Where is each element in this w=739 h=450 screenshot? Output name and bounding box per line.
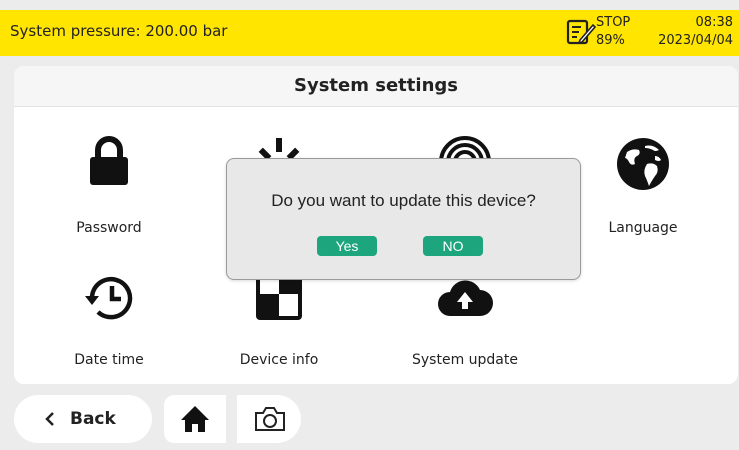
tile-label: Device info — [239, 352, 319, 368]
history-clock-icon — [85, 276, 133, 320]
status-bar: System pressure: 200.00 bar STOP 89% 08:… — [0, 10, 739, 56]
run-state: STOP — [596, 15, 631, 30]
tile-system-update[interactable]: System update — [390, 272, 540, 372]
yes-button[interactable]: Yes — [317, 236, 377, 256]
tile-device-info[interactable]: Device info — [204, 272, 354, 372]
system-pressure: System pressure: 200.00 bar — [10, 22, 228, 40]
dialog-message: Do you want to update this device? — [271, 191, 536, 210]
tile-date-time[interactable]: Date time — [34, 272, 184, 372]
tile-label: Password — [76, 220, 142, 236]
page-title: System settings — [294, 75, 458, 96]
no-button[interactable]: NO — [423, 236, 483, 256]
run-status: STOP 89% — [596, 14, 630, 50]
clock: 08:38 2023/04/04 — [658, 14, 733, 50]
tile-label: Date time — [74, 352, 144, 368]
back-label: Back — [70, 409, 116, 429]
time-display: 08:38 — [695, 15, 733, 30]
update-dialog: Do you want to update this device? Yes N… — [226, 158, 581, 280]
tile-password[interactable]: Password — [34, 134, 184, 244]
globe-icon — [617, 138, 669, 190]
tile-language[interactable]: Language — [568, 134, 718, 244]
lock-icon — [90, 136, 128, 185]
tile-label: Language — [608, 220, 678, 236]
back-button[interactable]: Back — [14, 395, 152, 443]
chevron-left-icon — [45, 412, 54, 426]
date-display: 2023/04/04 — [658, 33, 733, 48]
home-icon — [181, 406, 209, 432]
tile-label: System update — [412, 352, 518, 368]
home-button[interactable] — [164, 395, 226, 443]
notepad-edit-icon — [566, 19, 596, 45]
battery-level: 89% — [596, 33, 625, 48]
camera-icon — [255, 407, 285, 431]
camera-button[interactable] — [237, 395, 301, 443]
